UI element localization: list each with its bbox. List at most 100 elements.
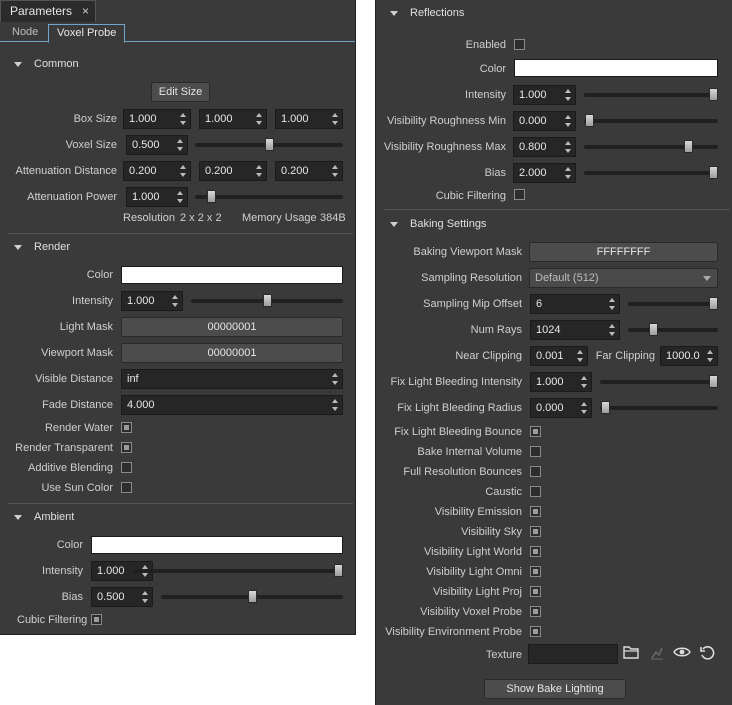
tab-voxel-probe[interactable]: Voxel Probe <box>48 24 126 43</box>
spin-arrows-icon[interactable] <box>180 164 187 178</box>
spin-arrows-icon[interactable] <box>177 190 184 204</box>
spin-arrows-icon[interactable] <box>256 112 263 126</box>
tab-node[interactable]: Node <box>4 24 46 42</box>
additive-blending-checkbox[interactable] <box>121 462 132 473</box>
ambient-intensity-slider[interactable] <box>133 561 343 581</box>
spin-arrows-icon[interactable] <box>609 297 616 311</box>
baking-checkbox[interactable] <box>530 586 541 597</box>
baking-viewport-mask-button[interactable]: FFFFFFFF <box>529 242 718 262</box>
spin-arrows-icon[interactable] <box>172 294 179 308</box>
slider-handle[interactable] <box>601 401 610 414</box>
spin-arrows-icon[interactable] <box>177 138 184 152</box>
attenuation-distance-y-field[interactable]: 0.200 <box>199 161 267 181</box>
spin-arrows-icon[interactable] <box>581 401 588 415</box>
visible-distance-field[interactable]: inf <box>121 369 343 389</box>
spin-arrows-icon[interactable] <box>332 112 339 126</box>
baking-checkbox[interactable] <box>530 626 541 637</box>
visibility-roughness-min-field[interactable]: 0.000 <box>513 111 576 131</box>
reflections-enabled-checkbox[interactable] <box>514 39 525 50</box>
ambient-cubic-filtering-checkbox[interactable] <box>91 614 102 625</box>
close-icon[interactable]: × <box>82 1 89 22</box>
slider-handle[interactable] <box>709 375 718 388</box>
slider-handle[interactable] <box>248 590 257 603</box>
baking-checkbox[interactable] <box>530 606 541 617</box>
spin-arrows-icon[interactable] <box>565 88 572 102</box>
unlink-icon[interactable] <box>648 645 666 663</box>
section-reflections-header[interactable]: Reflections <box>390 3 690 23</box>
slider-handle[interactable] <box>709 166 718 179</box>
near-clipping-field[interactable]: 0.001 <box>530 346 588 366</box>
fix-light-bleeding-intensity-field[interactable]: 1.000 <box>530 372 592 392</box>
slider-handle[interactable] <box>684 140 694 153</box>
reflections-color-swatch[interactable] <box>514 59 718 77</box>
render-transparent-checkbox[interactable] <box>121 442 132 453</box>
reflections-intensity-slider[interactable] <box>584 85 718 105</box>
slider-handle[interactable] <box>334 564 343 577</box>
visibility-roughness-max-field[interactable]: 0.800 <box>513 137 576 157</box>
edit-size-button[interactable]: Edit Size <box>151 82 210 102</box>
use-sun-color-checkbox[interactable] <box>121 482 132 493</box>
box-size-x-field[interactable]: 1.000 <box>123 109 191 129</box>
render-intensity-field[interactable]: 1.000 <box>121 291 183 311</box>
reflections-intensity-field[interactable]: 1.000 <box>513 85 576 105</box>
fade-distance-field[interactable]: 4.000 <box>121 395 343 415</box>
ambient-bias-slider[interactable] <box>161 587 343 607</box>
spin-arrows-icon[interactable] <box>565 166 572 180</box>
slider-handle[interactable] <box>709 297 718 310</box>
slider-handle[interactable] <box>263 294 272 307</box>
reset-icon[interactable] <box>698 645 716 663</box>
box-size-y-field[interactable]: 1.000 <box>199 109 267 129</box>
slider-handle[interactable] <box>585 114 594 127</box>
spin-arrows-icon[interactable] <box>256 164 263 178</box>
visibility-roughness-min-slider[interactable] <box>584 111 718 131</box>
ambient-bias-field[interactable]: 0.500 <box>91 587 153 607</box>
spin-arrows-icon[interactable] <box>332 372 339 386</box>
sampling-resolution-select[interactable]: Default (512) <box>529 268 718 288</box>
spin-arrows-icon[interactable] <box>180 112 187 126</box>
baking-checkbox[interactable] <box>530 566 541 577</box>
spin-arrows-icon[interactable] <box>565 114 572 128</box>
spin-arrows-icon[interactable] <box>707 349 714 363</box>
render-color-swatch[interactable] <box>121 266 343 284</box>
fix-light-bleeding-radius-field[interactable]: 0.000 <box>530 398 592 418</box>
attenuation-power-field[interactable]: 1.000 <box>126 187 188 207</box>
spin-arrows-icon[interactable] <box>332 398 339 412</box>
attenuation-distance-x-field[interactable]: 0.200 <box>123 161 191 181</box>
far-clipping-field[interactable]: 1000.0 <box>660 346 718 366</box>
slider-handle[interactable] <box>649 323 658 336</box>
spin-arrows-icon[interactable] <box>577 349 584 363</box>
baking-checkbox[interactable] <box>530 546 541 557</box>
slider-handle[interactable] <box>265 138 274 151</box>
texture-field[interactable] <box>528 644 618 664</box>
spin-arrows-icon[interactable] <box>142 590 149 604</box>
light-mask-button[interactable]: 00000001 <box>121 317 343 337</box>
voxel-size-field[interactable]: 0.500 <box>126 135 188 155</box>
slider-handle[interactable] <box>709 88 718 101</box>
render-intensity-slider[interactable] <box>191 291 343 311</box>
ambient-color-swatch[interactable] <box>91 536 343 554</box>
fix-light-bleeding-intensity-slider[interactable] <box>600 372 718 392</box>
slider-handle[interactable] <box>207 190 217 203</box>
render-water-checkbox[interactable] <box>121 422 132 433</box>
sampling-mip-offset-slider[interactable] <box>628 294 718 314</box>
section-ambient-header[interactable]: Ambient <box>14 507 314 527</box>
reflections-cubic-filtering-checkbox[interactable] <box>514 189 525 200</box>
attenuation-power-slider[interactable] <box>195 187 343 207</box>
baking-checkbox[interactable] <box>530 446 541 457</box>
eye-icon[interactable] <box>673 645 691 663</box>
spin-arrows-icon[interactable] <box>332 164 339 178</box>
spin-arrows-icon[interactable] <box>565 140 572 154</box>
num-rays-slider[interactable] <box>628 320 718 340</box>
section-baking-settings-header[interactable]: Baking Settings <box>390 214 690 234</box>
baking-checkbox[interactable] <box>530 466 541 477</box>
voxel-size-slider[interactable] <box>195 135 343 155</box>
baking-checkbox[interactable] <box>530 486 541 497</box>
sampling-mip-offset-field[interactable]: 6 <box>530 294 620 314</box>
show-bake-lighting-button[interactable]: Show Bake Lighting <box>484 679 626 699</box>
spin-arrows-icon[interactable] <box>581 375 588 389</box>
spin-arrows-icon[interactable] <box>609 323 616 337</box>
baking-checkbox[interactable] <box>530 506 541 517</box>
viewport-mask-button[interactable]: 00000001 <box>121 343 343 363</box>
section-common-header[interactable]: Common <box>14 54 314 74</box>
folder-icon[interactable] <box>622 645 640 663</box>
